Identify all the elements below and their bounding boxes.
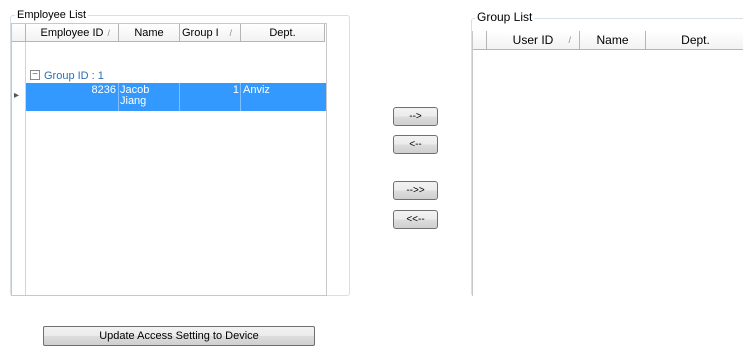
column-label-group-id: Group I (182, 27, 219, 39)
column-header-employee-id[interactable]: Employee ID / (26, 24, 119, 42)
update-access-setting-button[interactable]: Update Access Setting to Device (43, 326, 315, 346)
collapse-group-icon[interactable]: − (30, 70, 40, 80)
column-label-name: Name (134, 27, 164, 39)
group-list-title: Group List (475, 10, 535, 24)
move-all-left-button[interactable]: <<-- (393, 210, 438, 229)
cell-divider (240, 83, 241, 111)
column-header-dept[interactable]: Dept. (241, 24, 325, 42)
column-label-user-id: User ID (512, 33, 554, 47)
current-row-pointer-icon: ▸ (14, 90, 20, 101)
column-label-name: Name (596, 33, 629, 47)
group-row-label: Group ID : 1 (44, 70, 104, 82)
group-grid[interactable]: User ID / Name Dept. (472, 31, 743, 296)
employee-list-title: Employee List (15, 8, 89, 22)
cell-group-id: 1 (232, 84, 239, 96)
move-left-button[interactable]: <-- (393, 135, 438, 154)
group-row[interactable]: − Group ID : 1 (26, 60, 326, 84)
table-row[interactable]: 8236 Jacob Jiang 1 Anviz (26, 83, 326, 111)
cell-employee-id: 8236 (91, 84, 116, 96)
column-label-employee-id: Employee ID (40, 27, 104, 39)
sort-indicator-icon: / (107, 28, 110, 38)
group-grid-corner (473, 31, 487, 50)
employee-list-groupbox: Employee List Employee ID / Name Group I… (10, 8, 350, 296)
cell-divider (179, 83, 180, 111)
column-label-dept: Dept. (681, 33, 710, 47)
column-header-dept[interactable]: Dept. (646, 31, 743, 50)
column-label-dept: Dept. (269, 27, 296, 39)
row-indicator-column (12, 42, 26, 295)
move-right-button[interactable]: --> (393, 107, 438, 126)
column-header-user-id[interactable]: User ID / (487, 31, 580, 50)
employee-grid-corner (12, 24, 26, 42)
cell-dept: Anviz (243, 84, 270, 96)
move-all-right-button[interactable]: -->> (393, 181, 438, 200)
employee-grid[interactable]: Employee ID / Name Group I / Dept. − Gro… (11, 23, 327, 296)
cell-divider (118, 83, 119, 111)
column-header-name[interactable]: Name (580, 31, 646, 50)
group-list-groupbox: Group List User ID / Name Dept. (471, 10, 743, 296)
cell-name-line2: Jiang (120, 95, 147, 107)
column-header-group-id[interactable]: Group I / (180, 24, 241, 42)
sort-indicator-icon: / (229, 28, 232, 38)
sort-indicator-icon: / (568, 35, 571, 45)
column-header-name[interactable]: Name (119, 24, 180, 42)
